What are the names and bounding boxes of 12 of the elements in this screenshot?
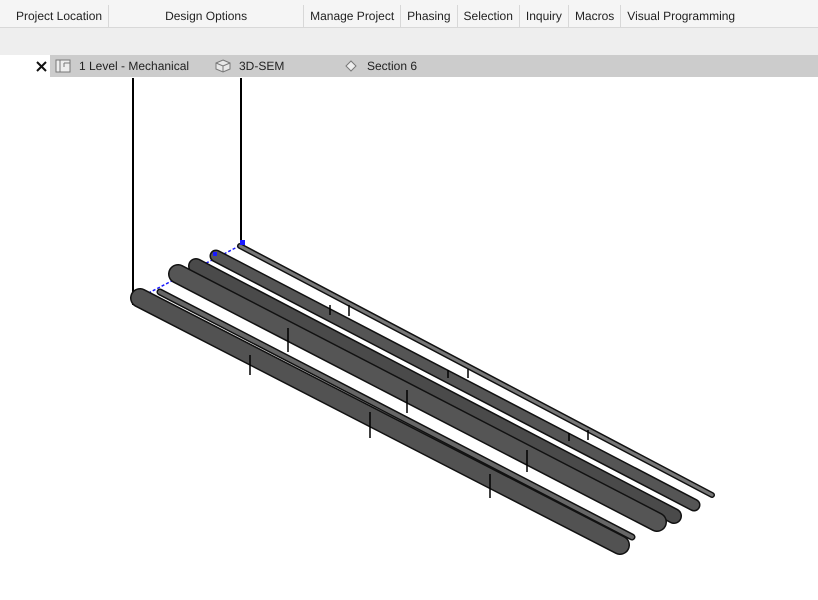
diamond-icon [343, 59, 359, 73]
ribbon-panel-label: Project Location [15, 8, 104, 25]
cube-house-icon [215, 59, 231, 73]
ribbon-panel-label: Design Options [108, 5, 304, 27]
ribbon-panel-label: Phasing [400, 5, 457, 27]
ribbon-panel-label: Selection [456, 5, 519, 27]
floor-plan-icon [55, 59, 71, 73]
ribbon-panel-label: Manage Project [303, 5, 400, 27]
ribbon-panel-label: Macros [568, 5, 620, 27]
ribbon-panel-label: Inquiry [518, 5, 568, 27]
close-icon[interactable] [35, 60, 47, 72]
ribbon-panel-label: Visual Programming [620, 5, 742, 27]
